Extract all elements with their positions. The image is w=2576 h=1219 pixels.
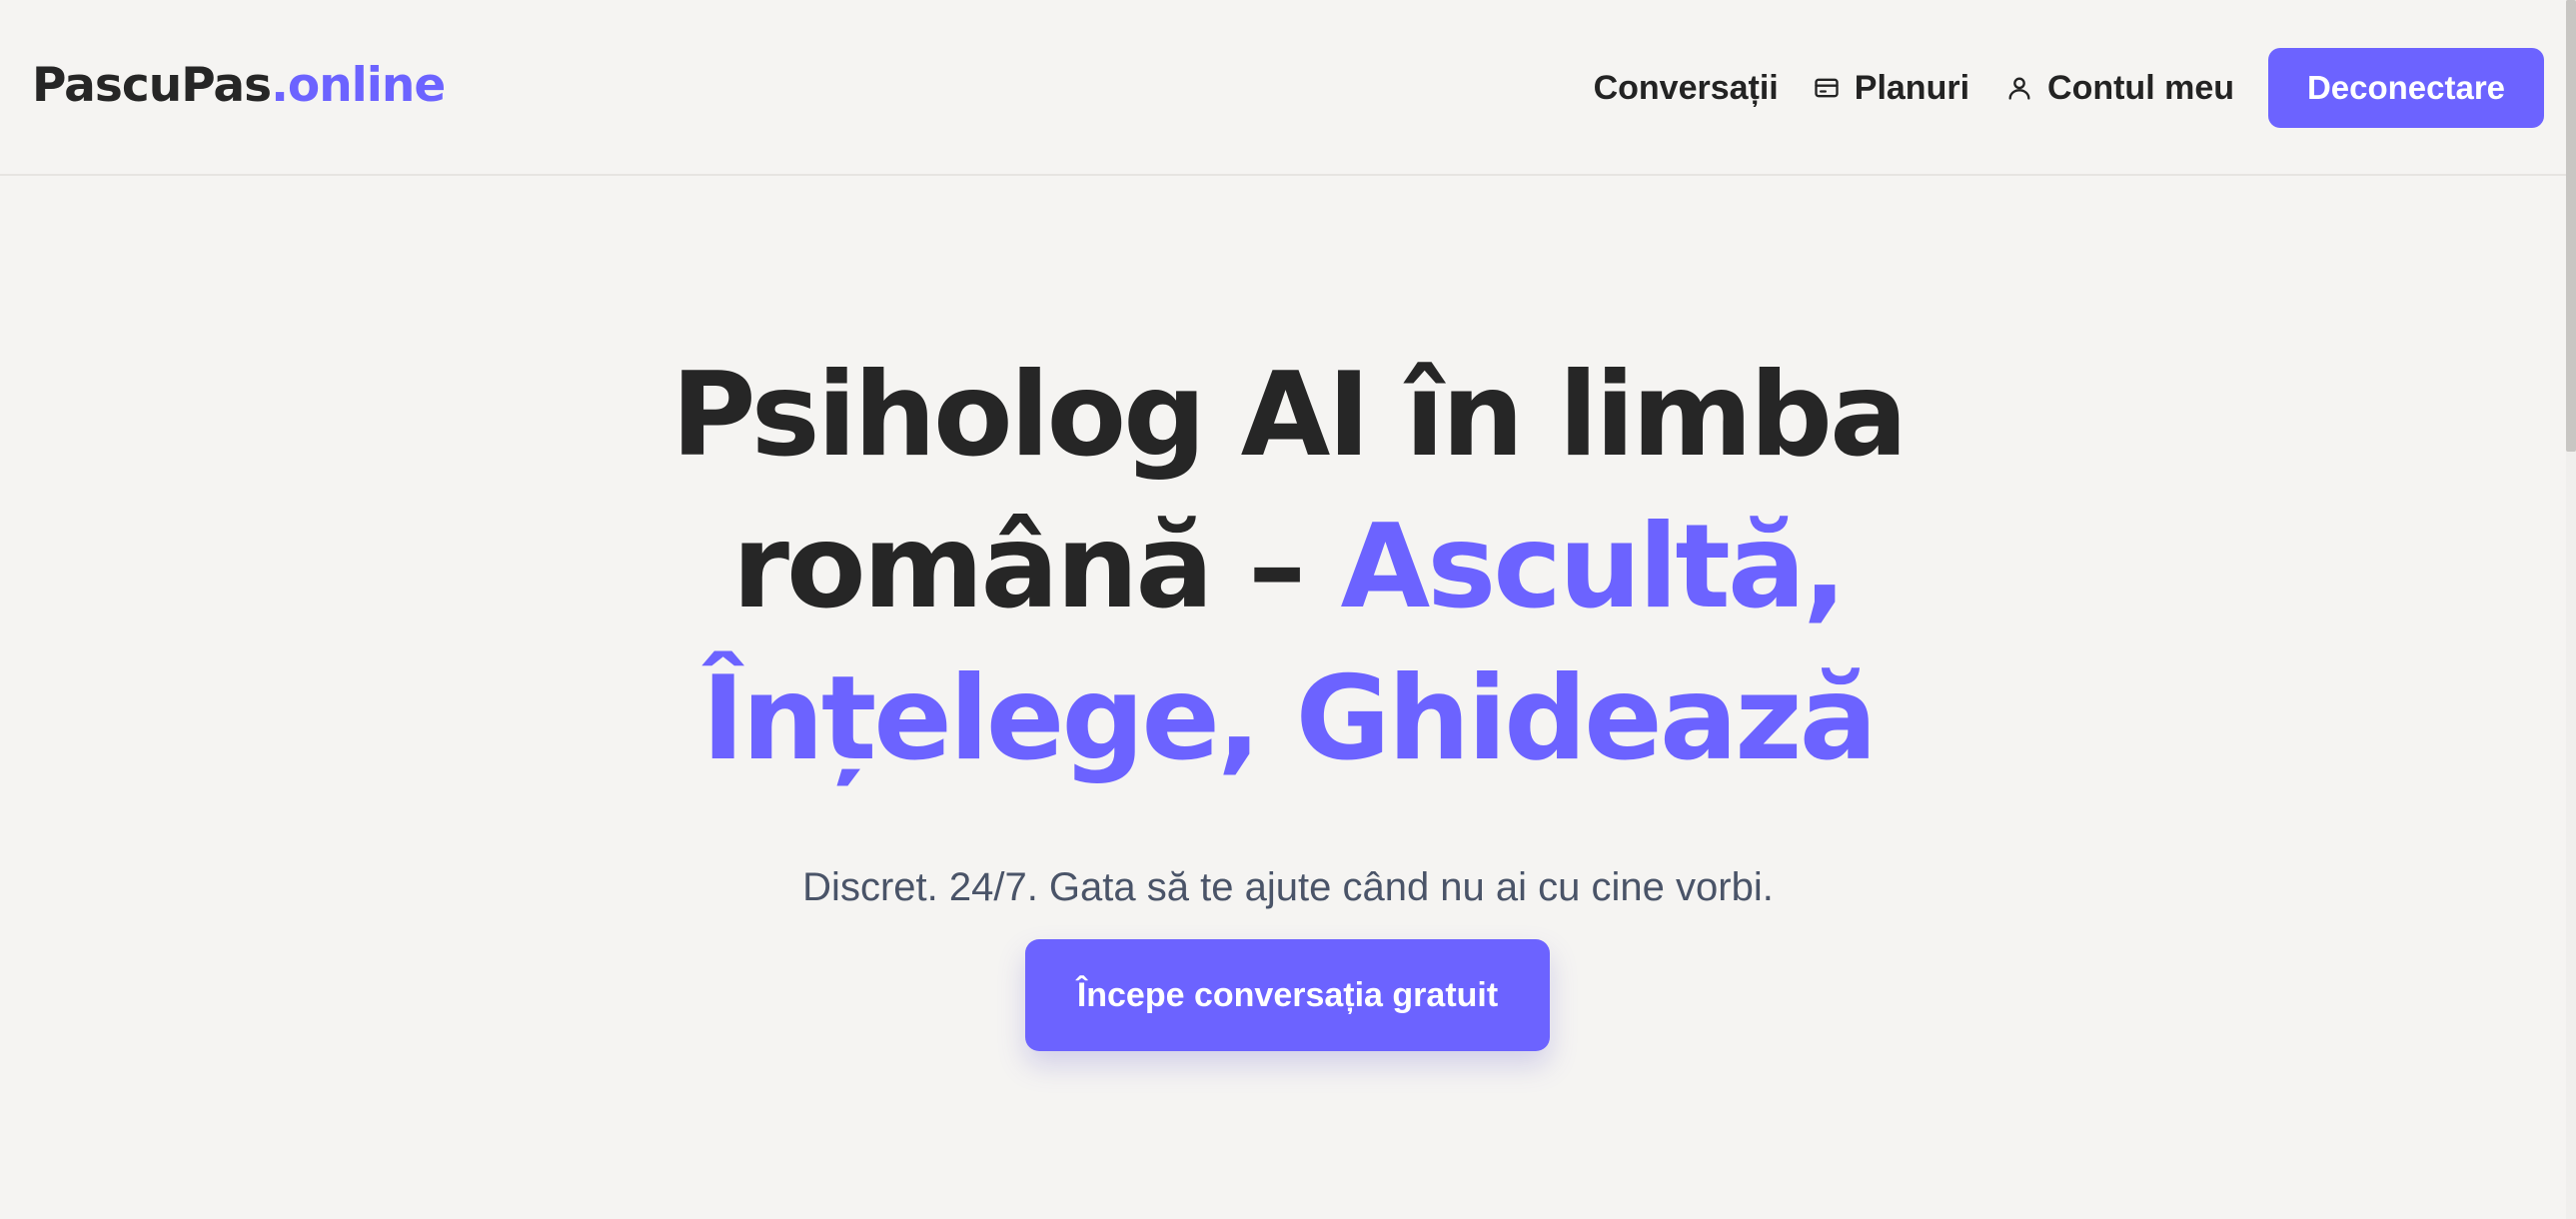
main-nav: Conversații Planuri Contul meu Deconecta… [1594, 48, 2544, 128]
nav-plans-link[interactable]: Planuri [1813, 69, 1969, 108]
logo-name: PascuPas [32, 58, 272, 113]
start-conversation-button[interactable]: Începe conversația gratuit [1025, 939, 1550, 1051]
nav-account-link[interactable]: Contul meu [2005, 69, 2234, 108]
user-icon [2008, 77, 2030, 100]
logo-tld: .online [271, 58, 446, 113]
hero-subtitle: Discret. 24/7. Gata să te ajute când nu … [802, 865, 1774, 909]
logo[interactable]: PascuPas.online [32, 56, 446, 116]
nav-conversations-label: Conversații [1593, 68, 1779, 107]
credit-card-icon [1815, 78, 1839, 98]
nav-conversations-link[interactable]: Conversații [1594, 69, 1779, 108]
nav-plans-label: Planuri [1854, 68, 1970, 107]
page: PascuPas.online Conversații Planuri Cont… [0, 0, 2576, 1219]
logout-button[interactable]: Deconectare [2268, 48, 2544, 128]
hero-title: Psiholog AI în limba română – Ascultă, Î… [639, 340, 1937, 795]
top-navbar: PascuPas.online Conversații Planuri Cont… [0, 0, 2576, 176]
hero-section: Psiholog AI în limba română – Ascultă, Î… [0, 340, 2576, 795]
nav-account-label: Contul meu [2047, 68, 2234, 107]
